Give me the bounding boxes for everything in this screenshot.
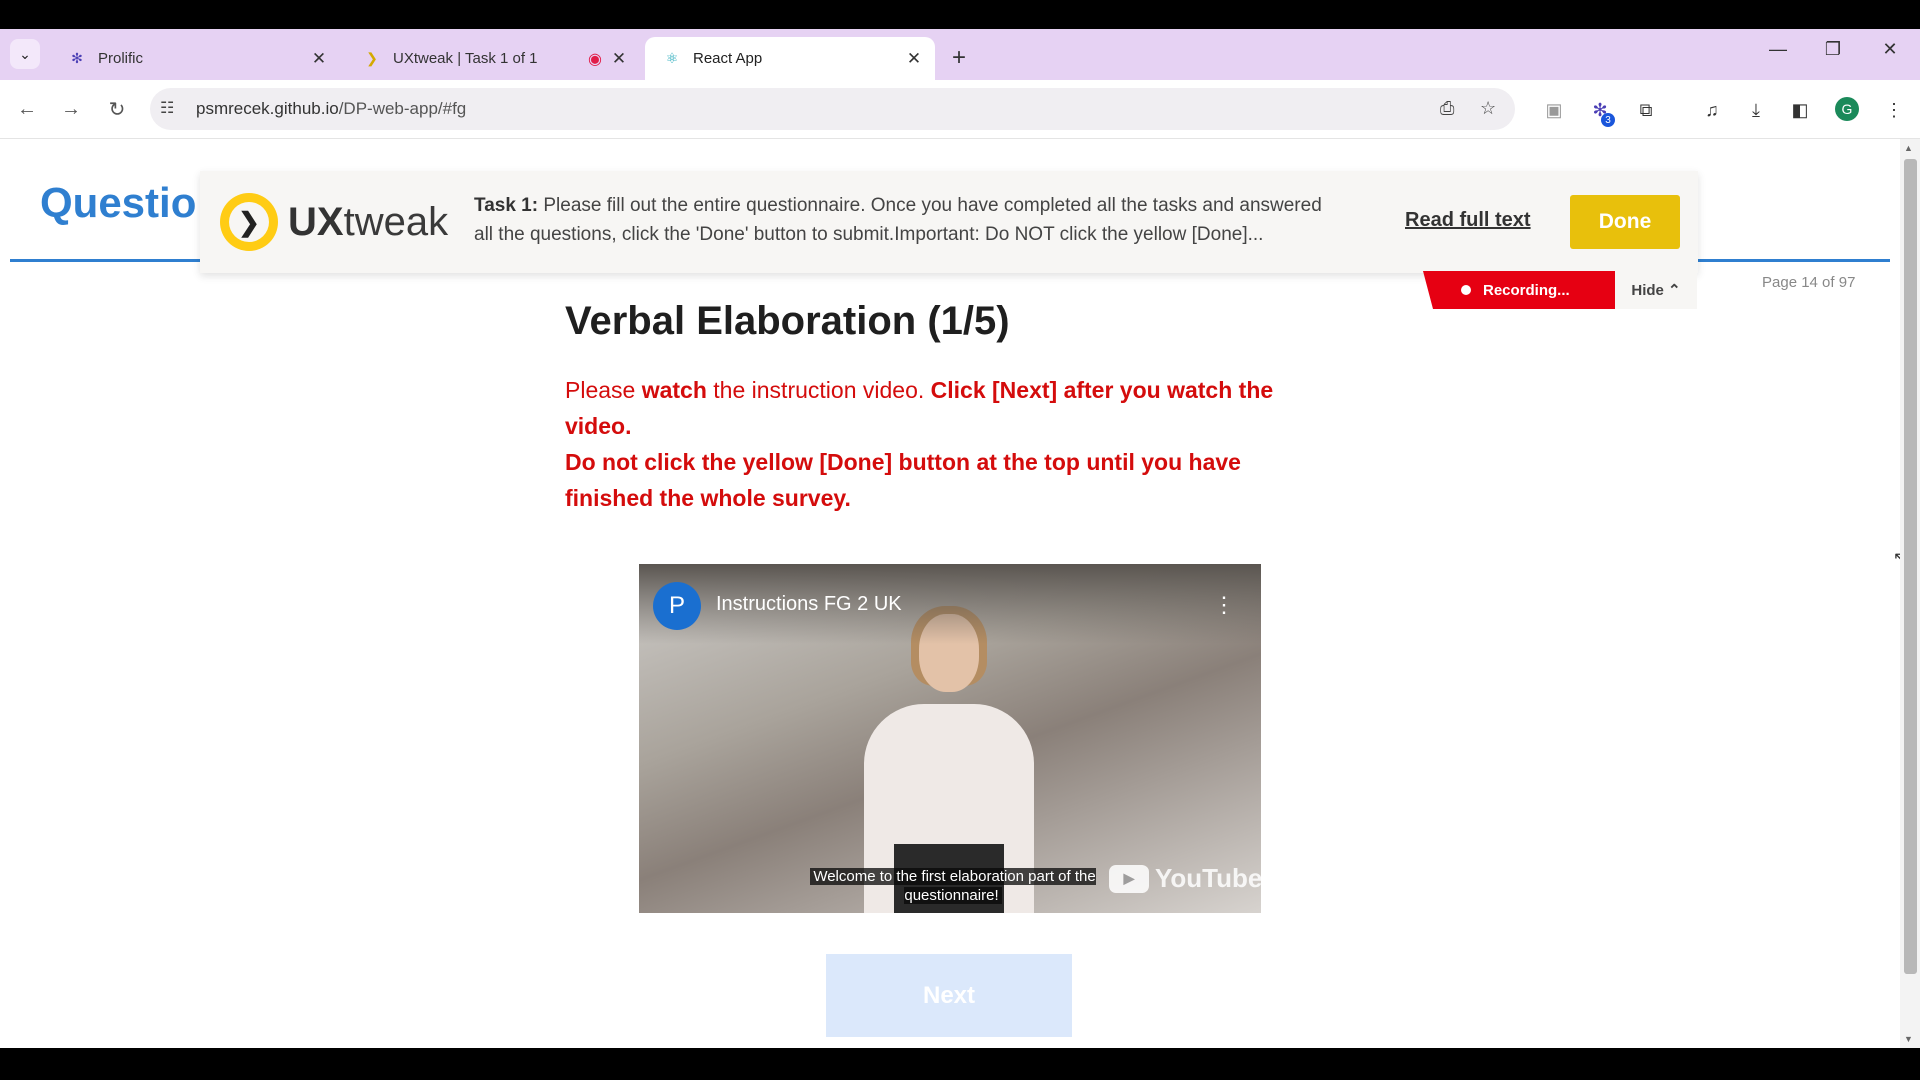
profile-avatar[interactable]: G — [1835, 97, 1859, 121]
uxtweak-task-banner: ❯ UXtweak Task 1: Please fill out the en… — [200, 171, 1698, 273]
youtube-video-player[interactable]: P Instructions FG 2 UK ⋮ Welcome to the … — [639, 564, 1261, 913]
recording-dot-icon — [1461, 285, 1471, 295]
extension-k-icon[interactable]: ▣ — [1540, 96, 1568, 124]
prolific-favicon-icon: ✻ — [71, 50, 83, 66]
browser-toolbar: ← → ↻ ☷ psmrecek.github.io/DP-web-app/#f… — [0, 80, 1920, 139]
instruction-text-bold: watch — [641, 377, 707, 403]
reload-button[interactable]: ↻ — [102, 94, 132, 124]
instruction-paragraph-2: Do not click the yellow [Done] button at… — [565, 444, 1325, 516]
install-app-icon[interactable]: ⎙ — [1440, 98, 1454, 119]
task-label: Task 1: — [474, 195, 539, 216]
forward-button[interactable]: → — [56, 94, 86, 124]
video-more-icon[interactable]: ⋮ — [1213, 592, 1235, 618]
restore-button[interactable]: ❐ — [1813, 39, 1853, 60]
screen-top-border — [0, 0, 1920, 29]
extensions-puzzle-icon[interactable]: ⧉ — [1632, 96, 1660, 124]
close-tab-icon[interactable]: ✕ — [606, 49, 632, 69]
instruction-paragraph-1: Please watch the instruction video. Clic… — [565, 372, 1325, 444]
done-button[interactable]: Done — [1570, 195, 1680, 249]
screen-bottom-border — [0, 1048, 1920, 1080]
more-menu-icon[interactable]: ⋮ — [1880, 96, 1908, 124]
instruction-text-part: Please — [565, 377, 642, 403]
hide-label: Hide — [1631, 281, 1664, 299]
recording-label: Recording... — [1483, 281, 1570, 299]
instruction-warning: Do not click the yellow [Done] button at… — [565, 449, 1241, 511]
close-tab-icon[interactable]: ✕ — [306, 49, 332, 69]
arrow-left-icon: ← — [17, 97, 37, 120]
video-caption-text: Welcome to the first elaboration part of… — [810, 868, 1096, 904]
mouse-cursor-icon: ↖ — [1893, 550, 1900, 567]
uxtweak-brand-bold: UX — [288, 199, 344, 244]
uxtweak-mark-icon: ❯ — [220, 193, 278, 251]
side-panel-icon[interactable]: ◧ — [1786, 96, 1814, 124]
site-info-icon[interactable]: ☷ — [160, 98, 174, 118]
url-host: psmrecek.github.io — [196, 99, 339, 118]
youtube-play-icon: ▶ — [1109, 864, 1149, 893]
scroll-up-icon[interactable]: ▲ — [1904, 143, 1913, 153]
page-scrollbar[interactable]: ▲ ▼ — [1900, 139, 1920, 1048]
task-description: Task 1: Please fill out the entire quest… — [474, 191, 1344, 249]
next-button[interactable]: Next — [826, 954, 1072, 1037]
uxtweak-wordmark: UXtweak — [288, 200, 448, 245]
questionnaire-header-title: Questio — [40, 179, 197, 226]
video-title[interactable]: Instructions FG 2 UK — [716, 593, 902, 616]
url-path: /DP-web-app/#fg — [338, 99, 467, 118]
video-caption: Welcome to the first elaboration part of… — [798, 867, 1108, 905]
web-page: Questio Page 14 of 97 Verbal Elaboration… — [0, 139, 1900, 1048]
instruction-text: Please watch the instruction video. Clic… — [565, 372, 1325, 516]
new-tab-button[interactable]: + — [944, 43, 974, 73]
tab-title: React App — [693, 50, 763, 67]
window-close-button[interactable]: ✕ — [1870, 39, 1910, 60]
chevron-right-icon: ❯ — [229, 202, 269, 242]
tab-title: UXtweak | Task 1 of 1 — [393, 50, 538, 67]
main-content: Verbal Elaboration (1/5) Please watch th… — [565, 299, 1365, 516]
youtube-wordmark: YouTube — [1155, 863, 1261, 893]
url-text[interactable]: psmrecek.github.io/DP-web-app/#fg — [196, 99, 466, 119]
page-heading: Verbal Elaboration (1/5) — [565, 299, 1010, 343]
tab-react-app[interactable]: ⚛ React App ✕ — [645, 37, 935, 80]
channel-avatar[interactable]: P — [653, 582, 701, 630]
youtube-logo[interactable]: ▶ YouTube — [1109, 863, 1261, 894]
task-text: Please fill out the entire questionnaire… — [474, 195, 1322, 245]
media-control-icon[interactable]: ♫ — [1698, 96, 1726, 124]
tab-search-button[interactable]: ⌄ — [10, 39, 40, 69]
uxtweak-brand-rest: tweak — [343, 199, 449, 244]
page-counter: Page 14 of 97 — [1762, 274, 1856, 291]
scroll-down-icon[interactable]: ▼ — [1904, 1034, 1913, 1044]
reload-icon: ↻ — [108, 98, 126, 121]
address-bar[interactable]: ☷ psmrecek.github.io/DP-web-app/#fg ⎙ ☆ — [150, 88, 1515, 130]
read-full-text-link[interactable]: Read full text — [1405, 209, 1531, 232]
back-button[interactable]: ← — [12, 94, 42, 124]
tab-uxtweak[interactable]: ❯ UXtweak | Task 1 of 1 ◉ ✕ — [345, 37, 640, 80]
instruction-text-part: the instruction video. — [706, 377, 931, 403]
close-tab-icon[interactable]: ✕ — [901, 49, 927, 69]
arrow-right-icon: → — [61, 97, 81, 120]
scrollbar-thumb[interactable] — [1904, 159, 1917, 974]
tab-prolific[interactable]: ✻ Prolific ✕ — [50, 37, 340, 80]
download-icon[interactable]: ⤓ — [1742, 96, 1770, 124]
chevron-down-icon: ⌄ — [19, 45, 31, 62]
recording-indicator-icon: ◉ — [588, 50, 602, 68]
hide-banner-button[interactable]: Hide ⌃ — [1615, 271, 1697, 309]
uxtweak-logo: ❯ UXtweak — [220, 193, 448, 251]
recording-indicator: Recording... — [1423, 271, 1623, 309]
chevron-up-icon: ⌃ — [1668, 282, 1681, 299]
browser-window: ⌄ ✻ Prolific ✕ ❯ UXtweak | Task 1 of 1 ◉… — [0, 0, 1920, 1080]
minimize-button[interactable]: — — [1758, 39, 1798, 60]
uxtweak-favicon-icon: ❯ — [366, 50, 378, 66]
react-favicon-icon: ⚛ — [665, 50, 679, 66]
tab-title: Prolific — [98, 50, 144, 67]
tab-strip: ⌄ ✻ Prolific ✕ ❯ UXtweak | Task 1 of 1 ◉… — [0, 29, 1920, 80]
extension-badge: 3 — [1601, 113, 1615, 127]
bookmark-star-icon[interactable]: ☆ — [1480, 98, 1496, 119]
